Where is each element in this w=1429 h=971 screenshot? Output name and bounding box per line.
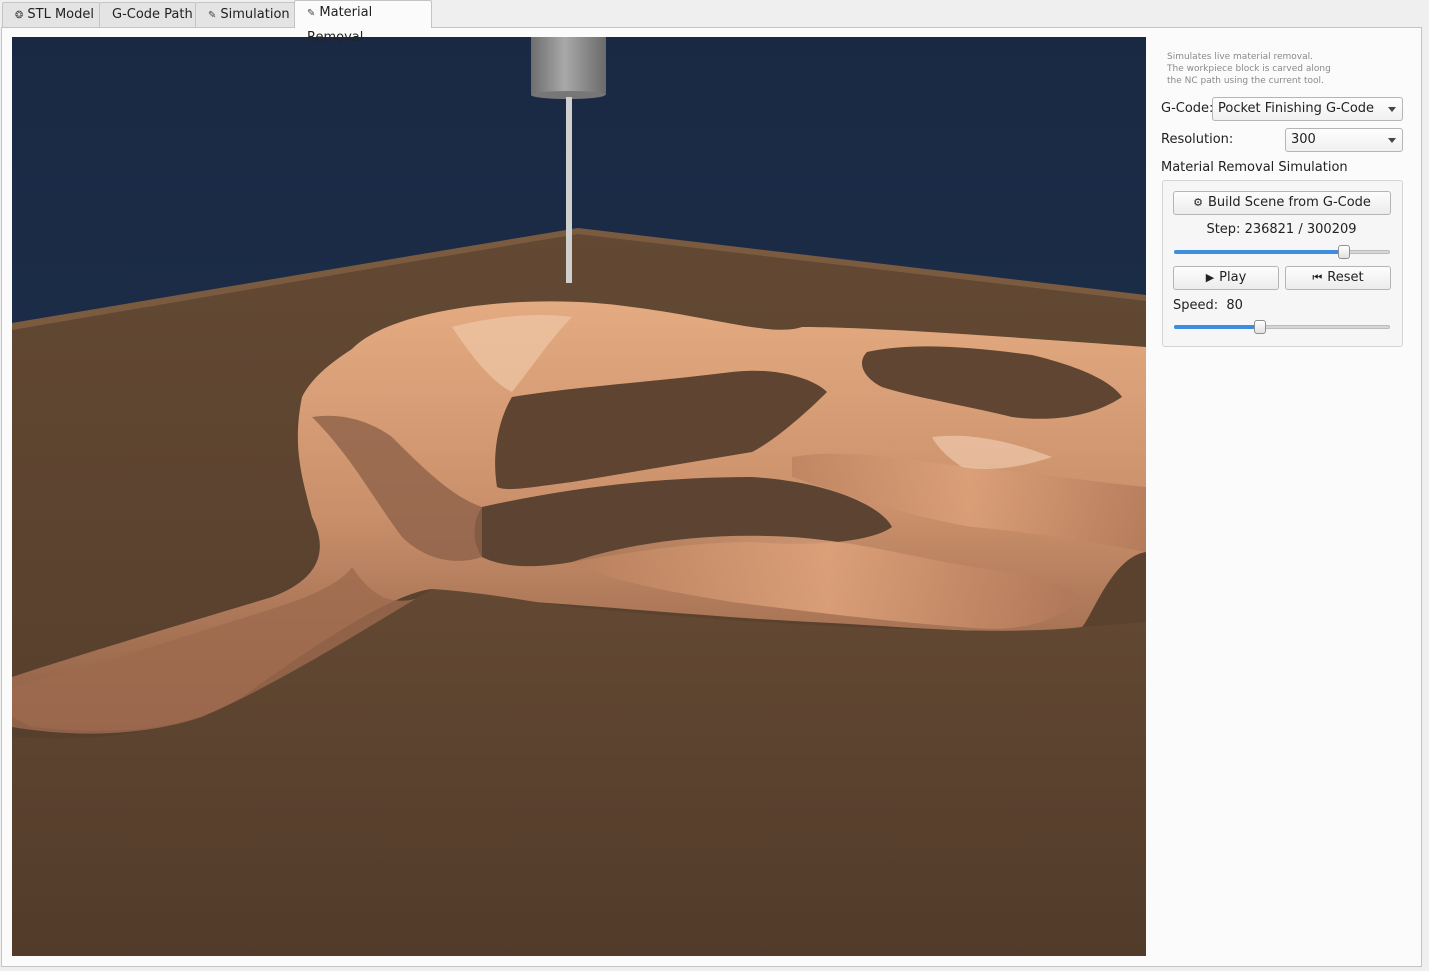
- resolution-select-value: 300: [1291, 132, 1316, 147]
- description-line: Simulates live material removal.: [1167, 52, 1313, 62]
- description-line: The workpiece block is carved along: [1167, 64, 1331, 74]
- play-icon: ▶: [1205, 271, 1215, 284]
- material-removal-viewport[interactable]: [12, 37, 1146, 956]
- chevron-down-icon: [1388, 107, 1396, 112]
- play-button[interactable]: ▶ Play: [1173, 266, 1279, 290]
- speed-slider[interactable]: [1174, 320, 1390, 334]
- tab-label: Simulation: [220, 7, 290, 22]
- step-slider[interactable]: [1174, 245, 1390, 259]
- tool-shank: [566, 97, 572, 283]
- speed-label: Speed:: [1173, 298, 1219, 313]
- resolution-label: Resolution:: [1161, 132, 1234, 147]
- tab-label: Material Removal: [307, 5, 373, 45]
- description-text: Simulates live material removal. The wor…: [1167, 51, 1367, 87]
- chevron-down-icon: [1388, 138, 1396, 143]
- play-label: Play: [1219, 270, 1247, 285]
- tab-material-removal[interactable]: ✎ Material Removal: [294, 0, 432, 45]
- resolution-select[interactable]: 300: [1285, 128, 1403, 152]
- step-label: Step:: [1206, 222, 1241, 237]
- build-scene-button[interactable]: ⚙ Build Scene from G-Code: [1173, 191, 1391, 215]
- skip-back-icon: ⏮: [1312, 271, 1323, 284]
- chisel-icon: ✎: [307, 8, 316, 19]
- description-line: the NC path using the current tool.: [1167, 76, 1324, 86]
- gcode-select-value: Pocket Finishing G-Code: [1218, 101, 1375, 116]
- step-separator: /: [1298, 222, 1303, 237]
- reset-label: Reset: [1327, 270, 1364, 285]
- slider-fill: [1174, 325, 1260, 329]
- gcode-label: G-Code:: [1161, 101, 1214, 116]
- step-readout: Step: 236821 / 300209: [1173, 222, 1390, 237]
- cube-icon: ❂: [15, 10, 24, 21]
- slider-handle[interactable]: [1338, 245, 1350, 259]
- group-title: Material Removal Simulation: [1161, 160, 1348, 175]
- tab-label: STL Model: [27, 7, 94, 22]
- slider-fill: [1174, 250, 1344, 254]
- build-scene-label: Build Scene from G-Code: [1207, 195, 1371, 210]
- slider-handle[interactable]: [1254, 320, 1266, 334]
- gear-icon: ⚙: [1193, 196, 1203, 209]
- tab-bar: ❂ STL Model G-Code Path ✎ Simulation ✎ Mate…: [0, 0, 1429, 45]
- speed-readout: Speed: 80: [1173, 298, 1243, 313]
- tab-label: G-Code Path: [112, 7, 193, 22]
- step-current: 236821: [1244, 222, 1295, 237]
- speed-value: 80: [1226, 298, 1243, 313]
- reset-button[interactable]: ⏮ Reset: [1285, 266, 1391, 290]
- tool-holder: [531, 37, 606, 95]
- scene-canvas: [12, 37, 1146, 956]
- tab-stl-model[interactable]: ❂ STL Model: [2, 2, 100, 27]
- tab-simulation[interactable]: ✎ Simulation: [195, 2, 295, 27]
- gcode-select[interactable]: Pocket Finishing G-Code: [1212, 97, 1403, 121]
- step-total: 300209: [1306, 222, 1357, 237]
- tab-gcode-path[interactable]: G-Code Path: [99, 2, 196, 27]
- wrench-icon: ✎: [208, 10, 217, 21]
